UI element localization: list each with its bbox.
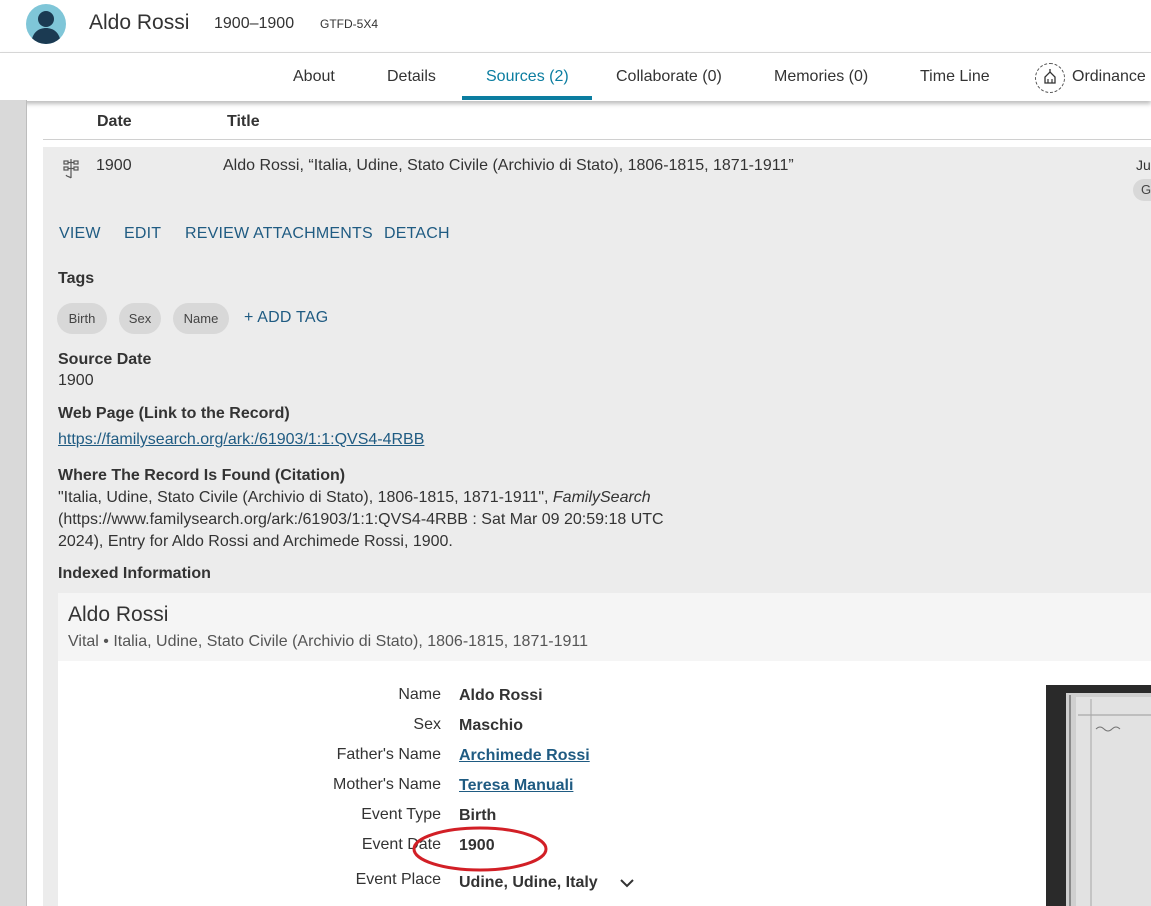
tab-memories[interactable]: Memories (0) [774, 53, 868, 101]
left-gutter [0, 100, 27, 906]
citation-line-2: (https://www.familysearch.org/ark:/61903… [58, 511, 664, 528]
field-label-mother: Mother's Name [333, 776, 441, 793]
review-attachments-button[interactable]: REVIEW ATTACHMENTS [185, 225, 373, 243]
source-title[interactable]: Aldo Rossi, “Italia, Udine, Stato Civile… [223, 157, 794, 175]
mother-name-link[interactable]: Teresa Manuali [459, 777, 573, 795]
active-tab-indicator [462, 96, 592, 100]
person-name: Aldo Rossi [89, 11, 190, 34]
field-value-sex: Maschio [459, 717, 524, 734]
field-label-sex: Sex [413, 716, 441, 733]
indexed-collection-subtitle: Vital • Italia, Udine, Stato Civile (Arc… [68, 633, 588, 650]
field-label-event-type: Event Type [361, 806, 441, 823]
citation-publisher: FamilySearch [552, 489, 651, 506]
source-date: 1900 [96, 157, 132, 174]
tab-time-line[interactable]: Time Line [920, 53, 990, 101]
person-avatar-icon[interactable] [26, 4, 66, 44]
source-date-value: 1900 [58, 372, 94, 389]
person-header: Aldo Rossi 1900–1900 GTFD-5X4 [0, 0, 1151, 52]
web-page-heading: Web Page (Link to the Record) [58, 405, 290, 422]
person-id[interactable]: GTFD-5X4 [320, 17, 378, 31]
tab-about[interactable]: About [293, 53, 335, 101]
citation-text: "Italia, Udine, Stato Civile (Archivio d… [58, 489, 553, 506]
field-value-event-type: Birth [459, 807, 497, 824]
add-tag-button[interactable]: + ADD TAG [244, 309, 328, 327]
source-date-added-cut: Jul [1136, 157, 1151, 173]
temple-icon [1035, 63, 1065, 93]
tag-name[interactable]: Name [173, 303, 229, 334]
indexed-record-header: Aldo Rossi Vital • Italia, Udine, Stato … [58, 593, 1151, 661]
field-label-father: Father's Name [336, 746, 441, 763]
person-lifespan: 1900–1900 [214, 15, 295, 32]
view-button[interactable]: VIEW [59, 225, 101, 243]
tab-collaborate[interactable]: Collaborate (0) [616, 53, 722, 101]
tree-icon [61, 156, 81, 185]
citation-heading: Where The Record Is Found (Citation) [58, 467, 346, 484]
indexed-info-heading: Indexed Information [58, 565, 211, 582]
event-date-highlight-circle [411, 824, 549, 879]
record-image-thumbnail[interactable] [1046, 685, 1151, 906]
tags-heading: Tags [58, 270, 95, 287]
indexed-person-name: Aldo Rossi [68, 603, 169, 626]
citation-line-3: 2024), Entry for Aldo Rossi and Archimed… [58, 533, 453, 550]
column-header-title[interactable]: Title [227, 113, 260, 131]
record-url-link[interactable]: https://familysearch.org/ark:/61903/1:1:… [58, 431, 424, 449]
contributor-badge: G [1133, 179, 1151, 201]
field-value-name: Aldo Rossi [459, 687, 543, 704]
column-header-date[interactable]: Date [97, 113, 132, 131]
father-name-link[interactable]: Archimede Rossi [459, 747, 590, 765]
edit-button[interactable]: EDIT [124, 225, 161, 243]
tab-sources[interactable]: Sources (2) [486, 53, 569, 101]
tab-bar: About Details Sources (2) Collaborate (0… [0, 52, 1151, 101]
chevron-down-icon[interactable] [619, 876, 635, 895]
source-date-heading: Source Date [58, 351, 152, 368]
header-divider [43, 139, 1151, 140]
tag-birth[interactable]: Birth [57, 303, 107, 334]
detach-button[interactable]: DETACH [384, 225, 450, 243]
tab-ordinances[interactable]: Ordinance [1072, 53, 1146, 101]
citation-line-1: "Italia, Udine, Stato Civile (Archivio d… [58, 489, 651, 507]
tab-details[interactable]: Details [387, 53, 436, 101]
indexed-record-card: Aldo Rossi Vital • Italia, Udine, Stato … [58, 593, 1151, 906]
field-label-name: Name [398, 686, 441, 703]
tag-sex[interactable]: Sex [119, 303, 161, 334]
